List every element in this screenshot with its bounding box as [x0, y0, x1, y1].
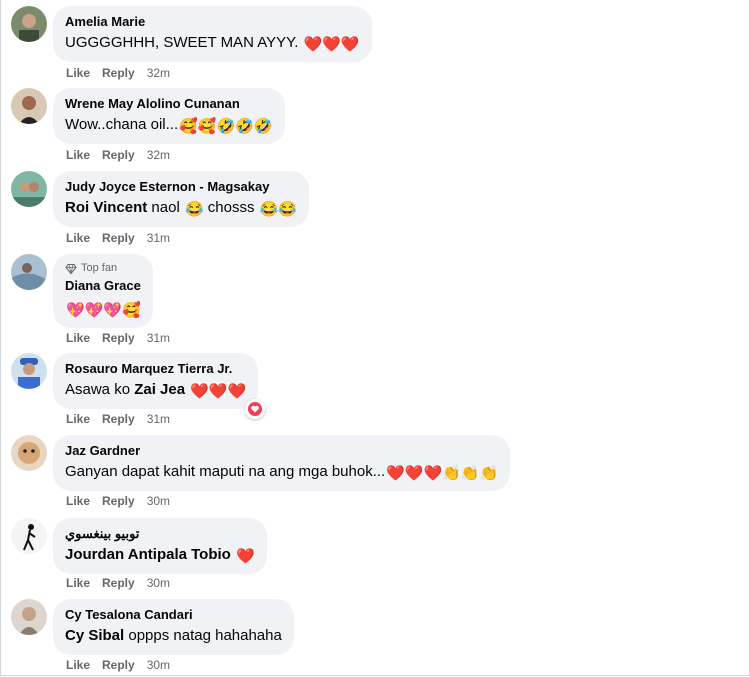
comment-actions: Like Reply 30m	[66, 658, 170, 672]
like-button[interactable]: Like	[66, 576, 90, 590]
mention-link[interactable]: Roi Vincent	[65, 199, 147, 216]
like-button[interactable]: Like	[66, 412, 90, 426]
heart-clap-emoji-icon: ❤️❤️❤️👏👏👏	[386, 465, 499, 482]
like-button[interactable]: Like	[66, 231, 90, 245]
avatar[interactable]	[11, 435, 47, 471]
comment-timestamp[interactable]: 31m	[147, 231, 170, 245]
mention-link[interactable]: Cy Sibal	[65, 627, 124, 644]
comment-author[interactable]: Rosauro Marquez Tierra Jr.	[65, 361, 246, 377]
comment-actions: Like Reply 30m	[66, 576, 170, 590]
avatar[interactable]	[11, 599, 47, 635]
reply-button[interactable]: Reply	[102, 576, 135, 590]
avatar[interactable]	[11, 353, 47, 389]
comment-author[interactable]: Cy Tesalona Candari	[65, 607, 282, 623]
comment-bubble: Jaz Gardner Ganyan dapat kahit maputi na…	[53, 435, 511, 491]
comment-text: 💖💖💖🥰	[65, 299, 141, 321]
comment-text: Jourdan Antipala Tobio ❤️	[65, 545, 255, 567]
laughing-emoji-icon: 😂	[184, 201, 204, 218]
comment-timestamp[interactable]: 30m	[147, 494, 170, 508]
comment-actions: Like Reply 32m	[66, 66, 170, 80]
reply-button[interactable]: Reply	[102, 412, 135, 426]
comment-author[interactable]: Wrene May Alolino Cunanan	[65, 96, 273, 112]
heart-emoji-icon: ❤️❤️❤️	[303, 36, 360, 53]
comment-bubble: Rosauro Marquez Tierra Jr. Asawa ko Zai …	[53, 353, 259, 409]
mention-link[interactable]: Jourdan Antipala Tobio	[65, 546, 231, 563]
comment-actions: Like Reply 32m	[66, 148, 170, 162]
comment-author[interactable]: Diana Grace	[65, 278, 141, 294]
reply-button[interactable]: Reply	[102, 231, 135, 245]
avatar[interactable]	[11, 171, 47, 207]
comment-bubble: Cy Tesalona Candari Cy Sibal oppps natag…	[53, 599, 294, 655]
comment-timestamp[interactable]: 31m	[147, 412, 170, 426]
comment-text: Asawa ko Zai Jea ❤️❤️❤️	[65, 381, 247, 400]
reaction-heart-icon[interactable]	[245, 399, 265, 419]
reply-button[interactable]: Reply	[102, 494, 135, 508]
comment-actions: Like Reply 31m	[66, 412, 170, 426]
comment-actions: Like Reply 30m	[66, 494, 170, 508]
comment-author[interactable]: Jaz Gardner	[65, 443, 498, 459]
like-button[interactable]: Like	[66, 148, 90, 162]
mention-link[interactable]: Zai Jea	[134, 381, 185, 398]
avatar[interactable]	[11, 6, 47, 42]
comment-bubble: Wrene May Alolino Cunanan Wow..chana oil…	[53, 88, 285, 144]
like-button[interactable]: Like	[66, 331, 90, 345]
top-fan-badge: Top fan	[65, 262, 141, 275]
like-button[interactable]: Like	[66, 66, 90, 80]
reply-button[interactable]: Reply	[102, 658, 135, 672]
reply-button[interactable]: Reply	[102, 148, 135, 162]
like-button[interactable]: Like	[66, 494, 90, 508]
like-button[interactable]: Like	[66, 658, 90, 672]
comment-author[interactable]: توبيو بينغسوي	[65, 526, 255, 542]
comment-bubble: توبيو بينغسوي Jourdan Antipala Tobio ❤️	[53, 518, 267, 574]
avatar[interactable]	[11, 88, 47, 124]
heart-emoji-icon: ❤️❤️❤️	[190, 383, 247, 400]
comment-text: Roi Vincent naol 😂 chosss 😂😂	[65, 199, 298, 218]
avatar[interactable]	[11, 518, 47, 554]
reply-button[interactable]: Reply	[102, 66, 135, 80]
comment-actions: Like Reply 31m	[66, 331, 170, 345]
comment-text: Cy Sibal oppps natag hahahaha	[65, 627, 282, 644]
comment-text: Wow..chana oil...🥰🥰🤣🤣🤣	[65, 116, 273, 135]
comment-timestamp[interactable]: 30m	[147, 658, 170, 672]
comment-text: UGGGGHHH, SWEET MAN AYYY. ❤️❤️❤️	[65, 34, 360, 53]
comments-panel: Amelia Marie UGGGGHHH, SWEET MAN AYYY. ❤…	[0, 0, 750, 676]
comment-timestamp[interactable]: 30m	[147, 576, 170, 590]
comment-actions: Like Reply 31m	[66, 231, 170, 245]
laughing-emoji-icon: 😂😂	[259, 201, 298, 218]
comment-author[interactable]: Judy Joyce Esternon - Magsakay	[65, 179, 297, 195]
laughing-emoji-icon: 🥰🥰🤣🤣🤣	[179, 118, 273, 135]
comment-timestamp[interactable]: 31m	[147, 331, 170, 345]
comment-author[interactable]: Amelia Marie	[65, 14, 360, 30]
heart-emoji-icon: 💖💖💖🥰	[66, 302, 141, 319]
heart-emoji-icon: ❤️	[236, 548, 255, 565]
comment-bubble: Judy Joyce Esternon - Magsakay Roi Vince…	[53, 171, 310, 227]
diamond-icon	[65, 263, 77, 274]
comment-bubble: Amelia Marie UGGGGHHH, SWEET MAN AYYY. ❤…	[53, 6, 372, 62]
comment-timestamp[interactable]: 32m	[147, 66, 170, 80]
comment-timestamp[interactable]: 32m	[147, 148, 170, 162]
reply-button[interactable]: Reply	[102, 331, 135, 345]
comment-bubble: Top fan Diana Grace 💖💖💖🥰	[53, 254, 153, 328]
comment-text: Ganyan dapat kahit maputi na ang mga buh…	[65, 463, 499, 482]
avatar[interactable]	[11, 254, 47, 290]
